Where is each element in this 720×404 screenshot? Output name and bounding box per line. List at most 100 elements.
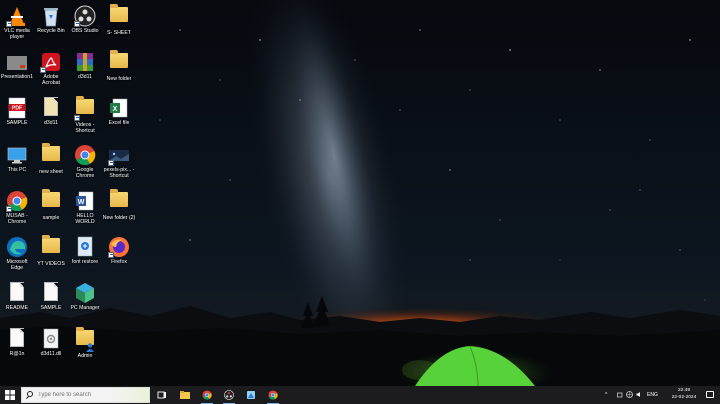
vlc-icon — [6, 5, 28, 27]
desktop-icon-label: Recycle Bin — [37, 28, 65, 34]
desktop-icon-microsoft-edge[interactable]: Microsoft Edge — [0, 233, 34, 271]
text-file-icon — [6, 328, 28, 350]
taskbar-search-box[interactable] — [21, 387, 150, 403]
desktop-icon-adobe-acrobat[interactable]: Adobe Acrobat — [34, 48, 68, 86]
taskbar: ^ ENG 22:49 22-02-2024 — [0, 386, 720, 404]
shortcut-arrow-icon — [6, 206, 12, 212]
desktop-icon-vlc[interactable]: VLC media player — [0, 2, 34, 40]
text-file-icon — [40, 282, 62, 304]
taskbar-task-view[interactable] — [152, 386, 172, 404]
desktop-icon-label: This PC — [7, 167, 27, 173]
desktop-icon-label: d3d11.dll — [40, 351, 62, 357]
desktop-icon-this-pc[interactable]: This PC — [0, 141, 34, 173]
this-pc-icon — [6, 144, 28, 166]
taskbar-file-explorer[interactable] — [175, 386, 195, 404]
desktop-icon-label: Admin — [77, 353, 93, 359]
desktop-icon-d3d11-archive[interactable]: d3d11 — [68, 48, 102, 80]
desktop-icon-new-folder[interactable]: New folder — [102, 48, 136, 82]
desktop-icon-label: README — [5, 305, 29, 311]
desktop-icon-label: Adobe Acrobat — [42, 74, 60, 86]
desktop-icon-label: Microsoft Edge — [6, 259, 28, 271]
desktop-icon-label: SAMPLE — [40, 305, 62, 311]
folder-icon — [40, 189, 62, 214]
folder-icon — [108, 189, 130, 214]
taskbar-chrome-2[interactable] — [263, 386, 283, 404]
chrome-icon — [268, 390, 278, 400]
desktop-icon-font-restore[interactable]: font restore — [68, 233, 102, 265]
notification-icon[interactable] — [706, 391, 714, 398]
desktop-icon-sample-text[interactable]: SAMPLE — [34, 279, 68, 311]
start-button[interactable] — [0, 386, 20, 404]
desktop-icon-label: PC Manager — [70, 305, 100, 311]
desktop-icon-s-sheet[interactable]: S- SHEET — [102, 2, 136, 36]
battery-icon[interactable] — [617, 392, 623, 398]
desktop-icon-label: YT VIDEOS — [37, 261, 65, 267]
desktop-icon-label: Videos - Shortcut — [75, 122, 95, 134]
svg-text:W: W — [78, 199, 85, 206]
desktop-icon-label: Excel file — [108, 120, 130, 126]
desktop-icon-label: d3d11 — [43, 120, 59, 126]
desktop-icon-google-chrome[interactable]: Google Chrome — [68, 141, 102, 179]
windows-logo-icon — [5, 390, 15, 400]
volume-icon[interactable] — [636, 391, 643, 398]
search-input[interactable] — [38, 389, 118, 401]
folder-shortcut-icon — [74, 96, 96, 121]
desktop-icon-label: new sheet — [39, 169, 63, 175]
desktop-icon-label: New folder (2) — [102, 215, 136, 221]
desktop-icon-musab-chrome[interactable]: MUSAB - Chrome — [0, 187, 34, 225]
acrobat-icon — [40, 51, 62, 73]
edge-icon — [6, 236, 28, 258]
desktop-icon-label: sample — [42, 215, 60, 221]
desktop-icon-label: VLC media player — [4, 28, 30, 40]
shortcut-arrow-icon — [108, 160, 114, 166]
desktop-icon-presentation1[interactable]: Presentation1 — [0, 48, 34, 80]
desktop-icon-pexels-shortcut[interactable]: pexels-pix... - Shortcut — [102, 141, 136, 179]
desktop-icon-label: OBS Studio — [71, 28, 99, 34]
desktop-icon-label: pexels-pix... - Shortcut — [103, 167, 135, 179]
network-icon[interactable] — [626, 391, 633, 398]
shortcut-arrow-icon — [40, 67, 46, 73]
excel-icon: X — [108, 97, 130, 119]
firefox-icon — [108, 236, 130, 258]
desktop-icon-excel-file[interactable]: X Excel file — [102, 94, 136, 126]
desktop-icon-admin[interactable]: Admin — [68, 325, 102, 359]
desktop-icon-videos-shortcut[interactable]: Videos - Shortcut — [68, 94, 102, 134]
desktop-icon-pc-manager[interactable]: PC Manager — [68, 279, 102, 311]
desktop-icon-d3d11-dll[interactable]: d3d11.dll — [34, 325, 68, 357]
desktop-icon-firefox[interactable]: Firefox — [102, 233, 136, 265]
desktop-icon-readme[interactable]: README — [0, 279, 34, 311]
desktop-icon-d3d11-file[interactable]: d3d11 — [34, 94, 68, 126]
desktop-icon-label: R@1n — [9, 351, 25, 357]
desktop-icon-label: MUSAB - Chrome — [6, 213, 28, 225]
desktop-icon-new-folder-2[interactable]: New folder (2) — [102, 187, 136, 221]
language-indicator[interactable]: ENG — [647, 386, 658, 404]
desktop-icon-label: d3d11 — [77, 74, 93, 80]
desktop-icon-sample-pdf[interactable]: PDF SAMPLE — [0, 94, 34, 126]
desktop-icon-label: S- SHEET — [107, 30, 131, 36]
desktop-icon-label: Presentation1 — [0, 74, 33, 80]
desktop-icon-label: HELLO WORLD — [75, 213, 95, 225]
font-file-icon — [74, 236, 96, 258]
desktop-icon-recycle-bin[interactable]: Recycle Bin — [34, 2, 68, 34]
desktop-icon-sample-folder[interactable]: sample — [34, 187, 68, 221]
folder-icon — [40, 143, 62, 168]
taskbar-obs[interactable] — [219, 386, 239, 404]
folder-icon — [40, 235, 62, 260]
powerpoint-icon — [6, 51, 28, 73]
taskbar-chrome[interactable] — [197, 386, 217, 404]
desktop-icon-yt-videos[interactable]: YT VIDEOS — [34, 233, 68, 267]
chrome-icon — [202, 390, 212, 400]
desktop-icon-obs-studio[interactable]: OBS Studio — [68, 2, 102, 34]
desktop-icon-new-sheet[interactable]: new sheet — [34, 141, 68, 175]
desktop-icon-r1n[interactable]: R@1n — [0, 325, 34, 357]
desktop-icon-label: SAMPLE — [6, 120, 28, 126]
desktop-icon-hello-world[interactable]: W HELLO WORLD — [68, 187, 102, 225]
pdf-icon: PDF — [6, 97, 28, 119]
chevron-up-icon[interactable]: ^ — [605, 386, 607, 404]
taskbar-clock[interactable]: 22:49 22-02-2024 — [670, 388, 698, 401]
desktop-icon-label: New folder — [106, 76, 132, 82]
chrome-icon — [74, 144, 96, 166]
search-icon — [27, 391, 33, 397]
taskbar-paint[interactable] — [241, 386, 261, 404]
system-tray: ^ ENG 22:49 22-02-2024 — [605, 386, 720, 404]
